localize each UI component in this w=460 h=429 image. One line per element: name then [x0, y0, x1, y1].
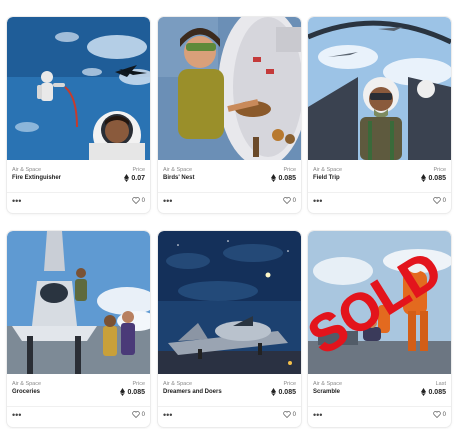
nft-card[interactable]: Air & Space Birds' Nest Price 0.085 ••• … [158, 17, 301, 213]
price-value: 0.085 [278, 174, 296, 182]
nft-card[interactable]: Air & Space Groceries Price 0.085 ••• 0 [7, 231, 150, 427]
eth-icon [421, 388, 427, 396]
more-options-button[interactable]: ••• [163, 197, 172, 206]
price-value-group: 0.085 [120, 388, 145, 396]
more-options-button[interactable]: ••• [12, 197, 21, 206]
heart-icon [131, 197, 140, 204]
price-label: Price [283, 167, 296, 173]
heart-icon [282, 197, 291, 204]
price-value-group: 0.085 [271, 174, 296, 182]
eth-icon [271, 174, 277, 182]
collection-name: Air & Space [313, 381, 343, 387]
price-label: Price [433, 167, 446, 173]
price-value-group: 0.085 [421, 174, 446, 182]
astronaut-space-illustration [7, 17, 150, 160]
more-options-button[interactable]: ••• [12, 411, 21, 420]
nft-card[interactable]: Air & Space Dreamers and Doers Price 0.0… [158, 231, 301, 427]
card-artwork[interactable] [7, 231, 150, 374]
night-jet-illustration [158, 231, 301, 374]
price-label: Price [132, 381, 145, 387]
heart-icon [131, 411, 140, 418]
item-title[interactable]: Groceries [12, 389, 40, 395]
like-button[interactable]: 0 [282, 411, 296, 418]
collection-name: Air & Space [12, 167, 42, 173]
eth-icon [271, 388, 277, 396]
price-value: 0.085 [428, 174, 446, 182]
nft-card[interactable]: Air & Space Field Trip Price 0.085 ••• 0 [308, 17, 451, 213]
nft-card-grid: Air & Space Fire Extinguisher Price 0.07… [0, 0, 460, 429]
heart-icon [432, 197, 441, 204]
pilot-cockpit-illustration [308, 17, 451, 160]
eth-icon [421, 174, 427, 182]
eth-icon [120, 388, 126, 396]
collection-name: Air & Space [163, 381, 193, 387]
like-button[interactable]: 0 [432, 197, 446, 204]
card-artwork[interactable] [158, 17, 301, 160]
collection-name: Air & Space [163, 167, 193, 173]
eth-icon [124, 174, 130, 182]
like-count: 0 [292, 411, 296, 418]
price-value: 0.07 [131, 174, 145, 182]
like-count: 0 [442, 197, 446, 204]
like-count: 0 [141, 197, 145, 204]
price-value: 0.085 [428, 388, 446, 396]
like-count: 0 [442, 411, 446, 418]
price-value: 0.085 [278, 388, 296, 396]
collection-name: Air & Space [12, 381, 42, 387]
heart-icon [282, 411, 291, 418]
more-options-button[interactable]: ••• [313, 411, 322, 420]
like-count: 0 [141, 411, 145, 418]
more-options-button[interactable]: ••• [163, 411, 172, 420]
like-count: 0 [292, 197, 296, 204]
price-label: Price [132, 167, 145, 173]
more-options-button[interactable]: ••• [313, 197, 322, 206]
last-price-label: Last [435, 381, 446, 387]
nft-card[interactable]: SOLD Air & Space Scramble Last 0.085 •••… [308, 231, 451, 427]
price-value: 0.085 [127, 388, 145, 396]
birds-nest-illustration [158, 17, 301, 160]
price-value-group: 0.085 [421, 388, 446, 396]
item-title[interactable]: Fire Extinguisher [12, 175, 61, 181]
like-button[interactable]: 0 [131, 197, 145, 204]
jet-crew-illustration [7, 231, 150, 374]
item-title[interactable]: Dreamers and Doers [163, 389, 222, 395]
card-artwork[interactable] [158, 231, 301, 374]
price-value-group: 0.07 [124, 174, 145, 182]
item-title[interactable]: Scramble [313, 389, 340, 395]
item-title[interactable]: Field Trip [313, 175, 340, 181]
item-title[interactable]: Birds' Nest [163, 175, 194, 181]
price-value-group: 0.085 [271, 388, 296, 396]
price-label: Price [283, 381, 296, 387]
card-artwork[interactable] [308, 17, 451, 160]
scramble-illustration [308, 231, 451, 374]
heart-icon [432, 411, 441, 418]
card-artwork[interactable] [7, 17, 150, 160]
nft-card[interactable]: Air & Space Fire Extinguisher Price 0.07… [7, 17, 150, 213]
collection-name: Air & Space [313, 167, 343, 173]
like-button[interactable]: 0 [432, 411, 446, 418]
like-button[interactable]: 0 [282, 197, 296, 204]
like-button[interactable]: 0 [131, 411, 145, 418]
card-artwork[interactable]: SOLD [308, 231, 451, 374]
